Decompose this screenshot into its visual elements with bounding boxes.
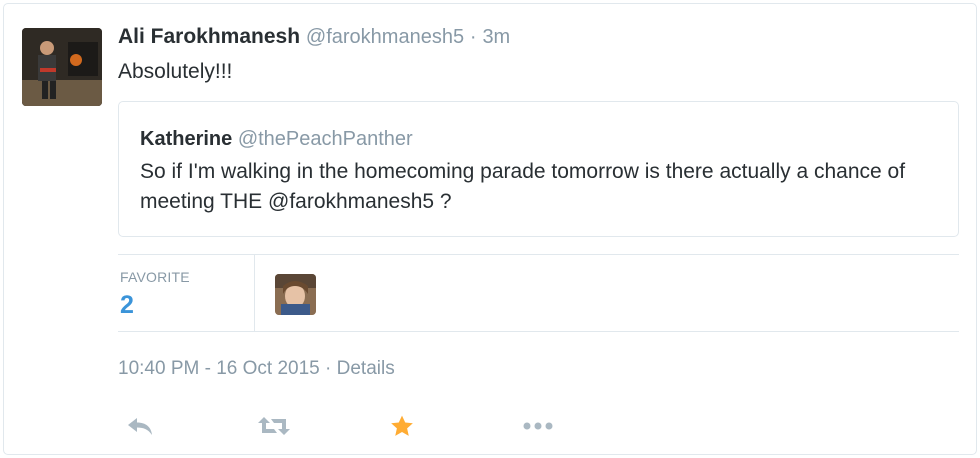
tweet-actions bbox=[118, 409, 618, 443]
retweet-icon[interactable] bbox=[254, 409, 294, 443]
reply-icon[interactable] bbox=[120, 409, 160, 443]
tweet-meta: 10:40 PM - 16 Oct 2015 · Details bbox=[118, 358, 395, 380]
tweet-header: Ali Farokhmanesh @farokhmanesh5 · 3m bbox=[118, 23, 510, 51]
quote-author-fullname: Katherine bbox=[140, 128, 233, 150]
quoted-tweet[interactable]: Katherine @thePeachPanther So if I'm wal… bbox=[118, 101, 959, 237]
author-username[interactable]: @farokhmanesh5 bbox=[306, 26, 464, 48]
quote-author-username: @thePeachPanther bbox=[237, 128, 413, 150]
author-fullname[interactable]: Ali Farokhmanesh bbox=[118, 25, 300, 48]
tweet-text: Absolutely!!! bbox=[118, 60, 233, 83]
favoriter-avatar[interactable] bbox=[275, 274, 316, 315]
favorite-star-icon[interactable] bbox=[382, 409, 422, 443]
tweet-stats: FAVORITE 2 bbox=[118, 254, 959, 332]
favorite-stat-label: FAVORITE bbox=[120, 269, 190, 285]
stats-divider bbox=[254, 255, 255, 332]
author-avatar[interactable] bbox=[22, 28, 102, 106]
tweet-timestamp: 10:40 PM - 16 Oct 2015 bbox=[118, 358, 320, 379]
quote-text: So if I'm walking in the homecoming para… bbox=[140, 160, 906, 213]
tweet-time[interactable]: 3m bbox=[482, 26, 510, 48]
header-separator: · bbox=[469, 26, 477, 48]
favorite-count[interactable]: 2 bbox=[120, 291, 134, 320]
tweet-card: Ali Farokhmanesh @farokhmanesh5 · 3m Abs… bbox=[3, 3, 977, 455]
details-link[interactable]: Details bbox=[337, 358, 395, 379]
meta-separator: · bbox=[325, 358, 332, 379]
more-icon[interactable] bbox=[518, 409, 558, 443]
quote-header: Katherine @thePeachPanther bbox=[140, 126, 413, 152]
